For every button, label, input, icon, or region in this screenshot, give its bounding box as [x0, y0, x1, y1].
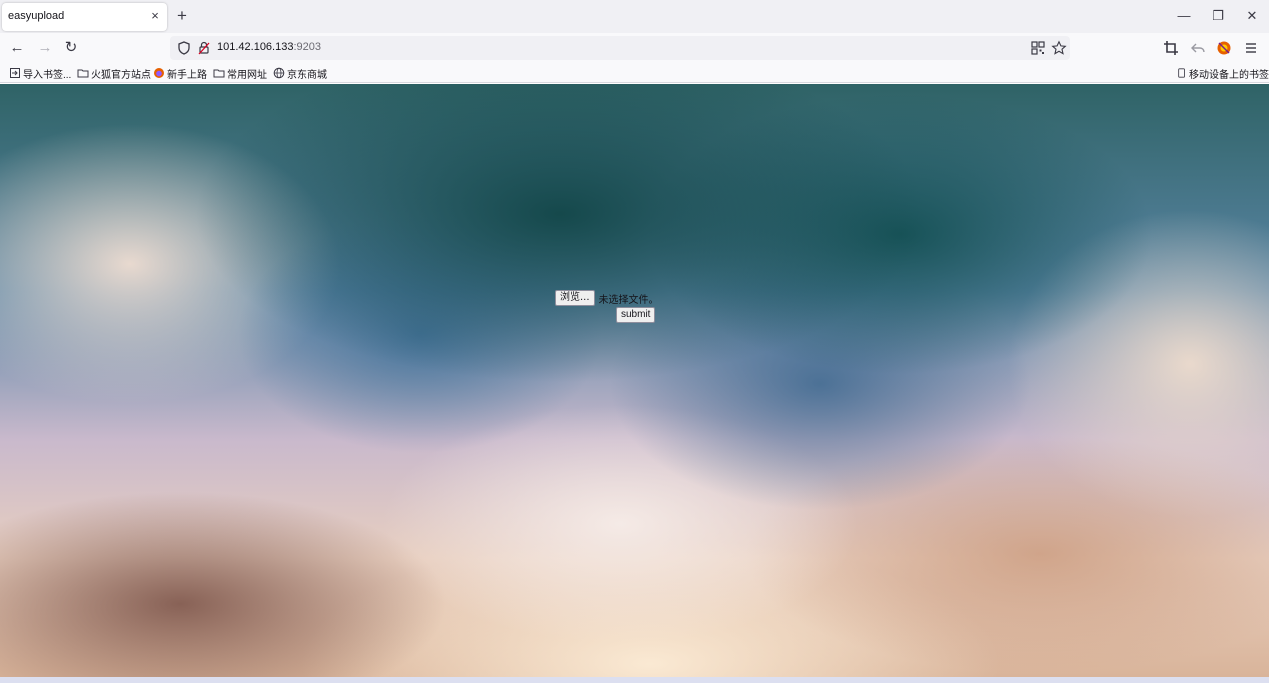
- url-host: 101.42.106.133: [217, 41, 294, 53]
- bookmark-mobile[interactable]: 移动设备上的书签: [1177, 65, 1269, 81]
- bookmark-label: 火狐官方站点: [91, 69, 151, 81]
- extension-icon[interactable]: [1216, 40, 1232, 56]
- page-viewport: 浏览... 未选择文件。 submit: [0, 84, 1269, 677]
- tab-title: easyupload: [8, 10, 65, 22]
- bookmark-import[interactable]: 导入书签...: [9, 65, 71, 81]
- file-status: 未选择文件。: [598, 294, 659, 306]
- bookmark-label: 移动设备上的书签: [1189, 69, 1269, 81]
- folder-icon: [213, 69, 225, 78]
- url-port: :9203: [293, 41, 321, 53]
- folder-icon: [77, 69, 89, 78]
- bookmark-label: 新手上路: [167, 69, 207, 81]
- forward-icon[interactable]: →: [36, 39, 54, 57]
- new-tab-icon[interactable]: +: [174, 7, 190, 24]
- tab-strip: easyupload × + — ❐ ✕: [0, 0, 1269, 33]
- bookmark-star-icon[interactable]: [1051, 40, 1067, 56]
- menu-icon[interactable]: [1243, 40, 1259, 56]
- bookmark-common-sites[interactable]: 常用网址: [213, 65, 267, 81]
- reload-icon[interactable]: ↻: [62, 39, 80, 57]
- globe-icon: [273, 67, 285, 79]
- browse-button[interactable]: 浏览...: [555, 290, 595, 306]
- bookmark-firefox-official[interactable]: 火狐官方站点: [77, 65, 151, 81]
- insecure-lock-icon[interactable]: [196, 40, 212, 56]
- bookmark-label: 常用网址: [227, 69, 267, 81]
- submit-button[interactable]: submit: [616, 307, 656, 323]
- bookmark-label: 导入书签...: [23, 69, 72, 81]
- back-icon[interactable]: ←: [8, 39, 26, 57]
- window-close-icon[interactable]: ✕: [1242, 7, 1262, 25]
- restore-icon[interactable]: ❐: [1208, 7, 1228, 25]
- url-bar[interactable]: 101.42.106.133:9203: [170, 36, 1070, 60]
- file-input[interactable]: 浏览... 未选择文件。: [555, 290, 659, 306]
- shield-icon[interactable]: [176, 40, 192, 56]
- bottom-strip: [0, 677, 1269, 683]
- mobile-device-icon: [1178, 68, 1185, 78]
- qr-code-icon[interactable]: [1030, 40, 1046, 56]
- import-icon: [10, 68, 20, 78]
- screenshot-crop-icon[interactable]: [1163, 40, 1179, 56]
- bookmark-label: 京东商城: [287, 69, 327, 81]
- firefox-icon: [154, 68, 164, 78]
- bookmark-getting-started[interactable]: 新手上路: [153, 65, 207, 81]
- close-tab-icon[interactable]: ×: [148, 9, 162, 23]
- navigation-bar: ← → ↻ 101.42.106.133:9203: [0, 33, 1269, 62]
- tab-easyupload[interactable]: easyupload ×: [2, 3, 167, 31]
- url-text[interactable]: 101.42.106.133:9203: [217, 41, 321, 53]
- undo-icon[interactable]: [1190, 40, 1206, 56]
- bookmarks-toolbar: 导入书签... 火狐官方站点 新手上路 常用网址 京东商城 移动设备上的书签: [0, 62, 1269, 83]
- minimize-icon[interactable]: —: [1174, 7, 1194, 25]
- bookmark-jd-mall[interactable]: 京东商城: [273, 65, 327, 81]
